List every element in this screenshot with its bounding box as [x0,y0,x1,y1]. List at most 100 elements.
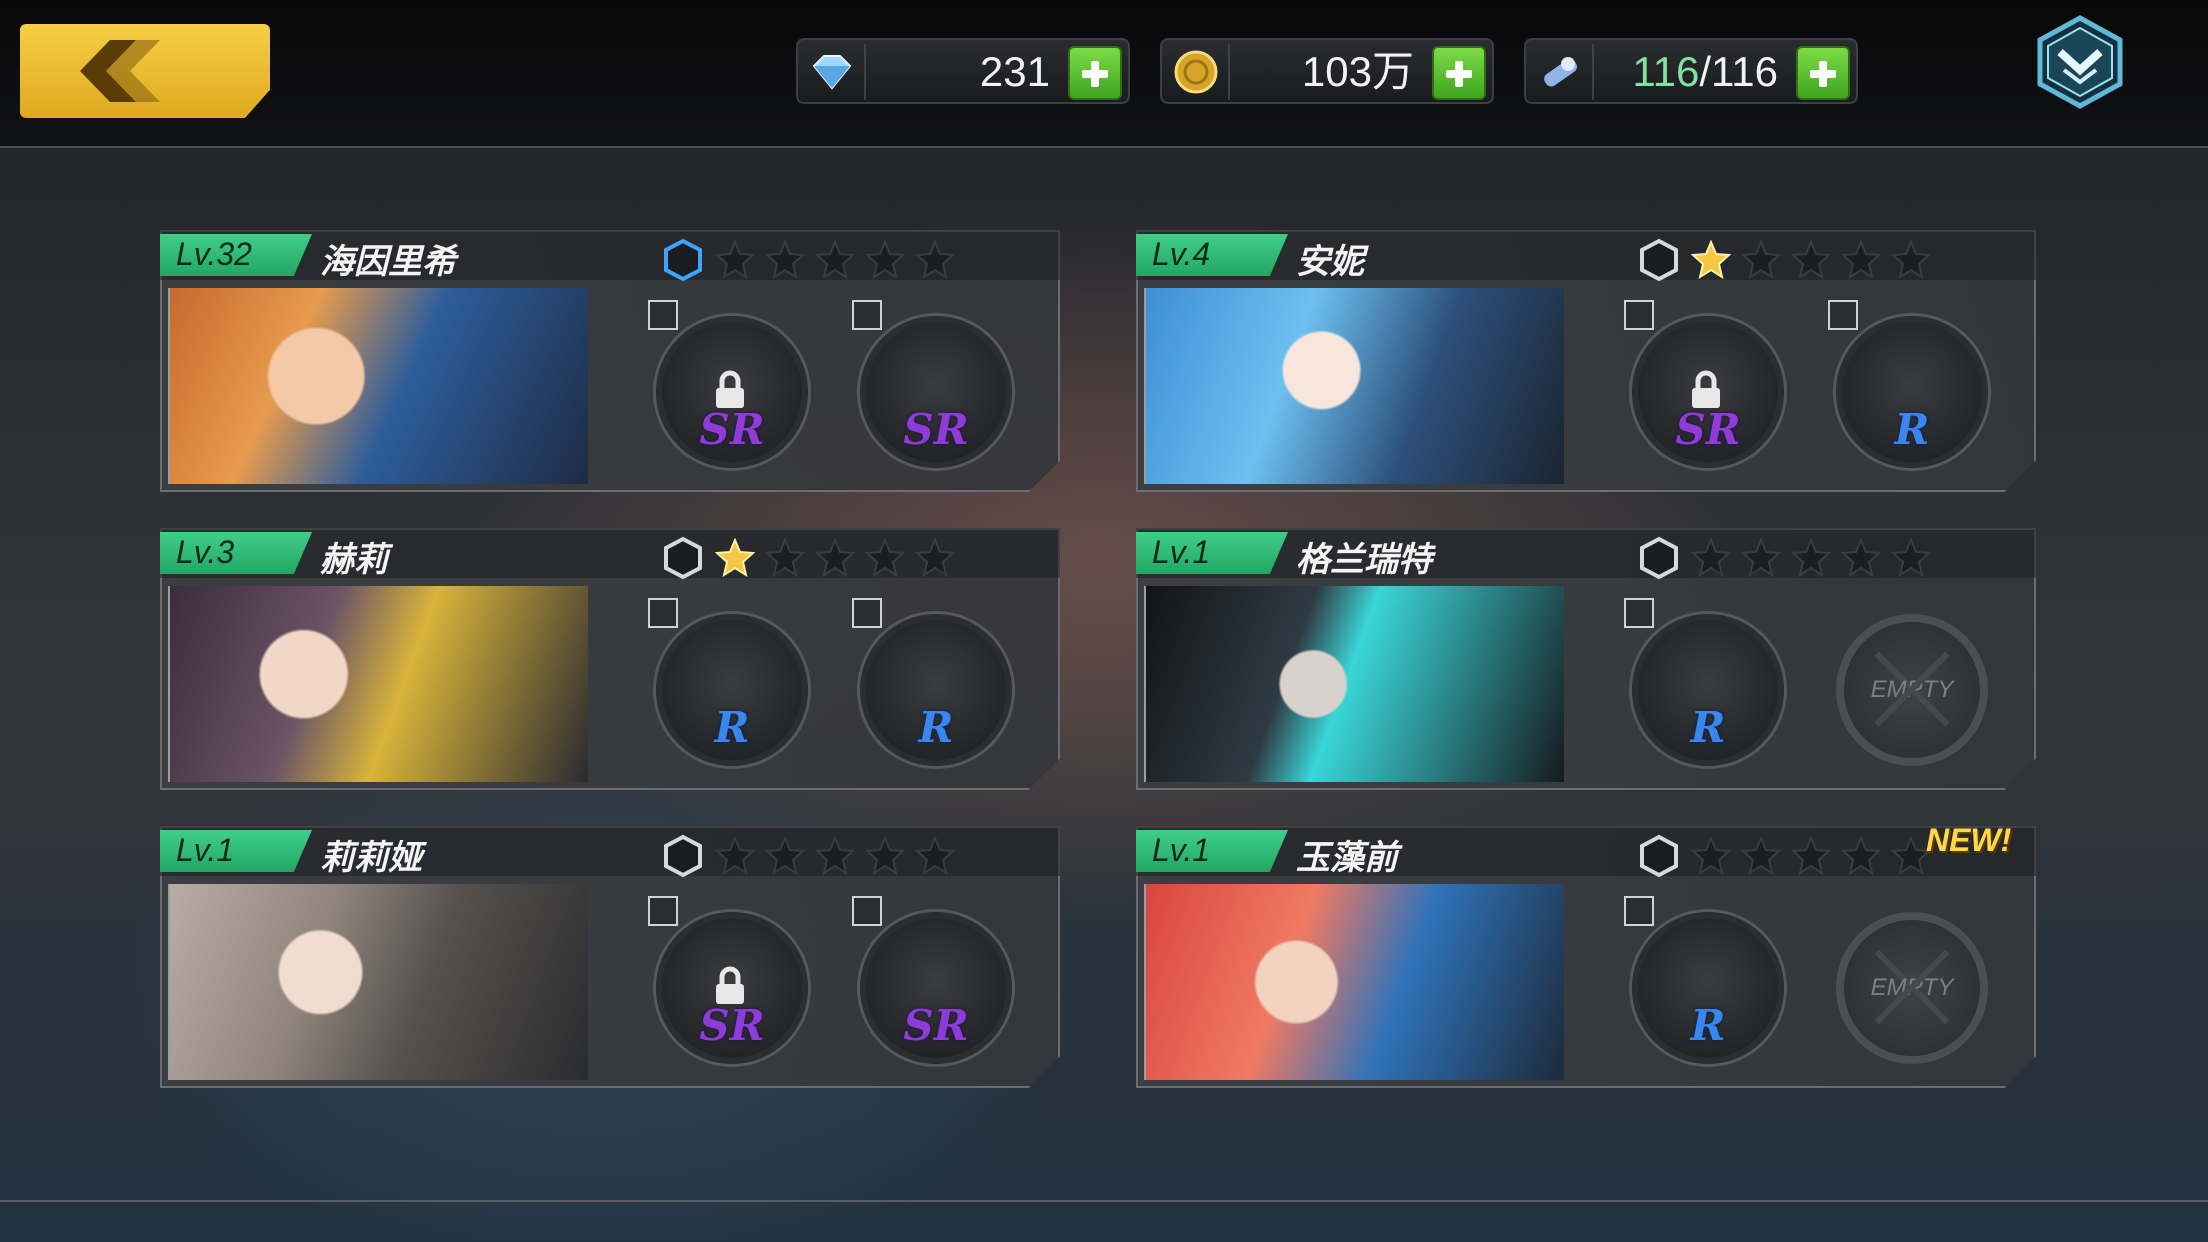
star-filled-icon [1691,240,1731,280]
star-empty-icon [865,240,905,280]
level-label: Lv.3 [176,534,235,570]
character-card[interactable]: Lv.1 格兰瑞特 R EMPTY [1136,528,2036,790]
star-empty-icon [715,836,755,876]
star-empty-icon [1841,538,1881,578]
rarity-label: R [1690,1001,1726,1050]
star-empty-icon [1791,538,1831,578]
star-empty-icon [1741,836,1781,876]
awaken-hex-icon [1640,238,1678,282]
empty-label: EMPTY [1870,974,1954,1001]
character-portrait[interactable] [168,884,588,1080]
level-badge: Lv.4 [1136,234,1288,276]
character-card[interactable]: Lv.3 赫莉 R R [160,528,1060,790]
level-label: Lv.4 [1152,236,1211,272]
edit-tag-icon [648,300,678,330]
bottom-divider [0,1200,2208,1202]
stamina-separator: / [1699,48,1712,95]
character-name: 格兰瑞特 [1296,540,1432,580]
edit-tag-icon [1624,300,1654,330]
rarity-label: R [714,703,750,752]
equipment-slot-empty[interactable]: EMPTY [1836,614,1988,766]
equipment-slot[interactable]: SR [648,300,808,468]
equipment-slot[interactable]: SR [1624,300,1784,468]
add-gold-button[interactable] [1432,46,1486,100]
character-portrait[interactable] [168,586,588,782]
character-card[interactable]: Lv.32 海因里希 SR SR [160,230,1060,492]
add-stamina-button[interactable] [1796,46,1850,100]
character-portrait[interactable] [1144,288,1564,484]
level-badge: Lv.3 [160,532,312,574]
stamina-icon [1544,57,1577,87]
edit-tag-icon [852,300,882,330]
edit-tag-icon [1828,300,1858,330]
equipment-slot[interactable]: SR [648,896,808,1064]
star-empty-icon [1791,836,1831,876]
character-portrait[interactable] [1144,586,1564,782]
equipment-slot-empty[interactable]: EMPTY [1836,912,1988,1064]
equipment-slot[interactable]: R [1624,896,1784,1064]
character-portrait[interactable] [168,288,588,484]
awaken-hex-icon [1640,536,1678,580]
gold-counter: 103万 [1160,38,1494,104]
star-filled-icon [715,538,755,578]
equipment-slot[interactable]: R [1624,598,1784,766]
star-empty-icon [765,538,805,578]
edit-tag-icon [648,598,678,628]
star-empty-icon [865,538,905,578]
star-empty-icon [1891,538,1931,578]
star-empty-icon [915,240,955,280]
character-name: 玉藻前 [1296,838,1398,878]
back-arrow-icon [80,40,160,102]
back-button[interactable] [20,24,270,118]
star-empty-icon [1841,836,1881,876]
equipment-slot[interactable]: R [648,598,808,766]
character-portrait[interactable] [1144,884,1564,1080]
level-badge: Lv.1 [160,830,312,872]
chevron-menu-icon[interactable] [2034,14,2126,110]
character-name: 安妮 [1296,242,1364,282]
star-empty-icon [815,240,855,280]
star-empty-icon [715,240,755,280]
awaken-hex-icon [1640,834,1678,878]
rarity-label: SR [699,1001,765,1050]
edit-tag-icon [852,598,882,628]
add-diamonds-button[interactable] [1068,46,1122,100]
rarity-label: SR [1675,405,1741,454]
awaken-hex-icon [664,238,702,282]
edit-tag-icon [1624,896,1654,926]
rarity-label: SR [903,405,969,454]
character-card[interactable]: Lv.1 玉藻前 R EMPTY NEW! [1136,822,2036,1088]
diamond-icon [812,55,852,90]
star-empty-icon [1791,240,1831,280]
gold-coin-icon [1174,50,1218,94]
equipment-slot[interactable]: R [1828,300,1988,468]
star-empty-icon [915,836,955,876]
level-label: Lv.1 [176,832,235,868]
rarity-label: R [918,703,954,752]
stamina-value: 116/116 [1632,46,1778,98]
empty-label: EMPTY [1870,676,1954,703]
star-empty-icon [765,836,805,876]
equipment-slot[interactable]: R [852,598,1012,766]
star-empty-icon [1891,240,1931,280]
character-card[interactable]: Lv.1 莉莉娅 SR SR [160,826,1060,1088]
gold-value: 103万 [1301,48,1414,95]
empty-slot: EMPTY [1836,912,1988,1064]
rarity-label: R [1894,405,1930,454]
level-badge: Lv.1 [1136,532,1288,574]
star-empty-icon [815,538,855,578]
awaken-hex-icon [664,834,702,878]
equipment-slot[interactable]: SR [852,896,1012,1064]
edit-tag-icon [1624,598,1654,628]
rarity-label: SR [903,1001,969,1050]
character-name: 赫莉 [320,540,388,580]
character-card[interactable]: Lv.4 安妮 SR R [1136,230,2036,492]
level-label: Lv.1 [1152,832,1211,868]
stamina-current: 116 [1632,48,1700,95]
character-name: 海因里希 [320,242,456,282]
level-label: Lv.1 [1152,534,1211,570]
rarity-label: SR [699,405,765,454]
divider [1592,44,1594,100]
rarity-label: R [1690,703,1726,752]
equipment-slot[interactable]: SR [852,300,1012,468]
